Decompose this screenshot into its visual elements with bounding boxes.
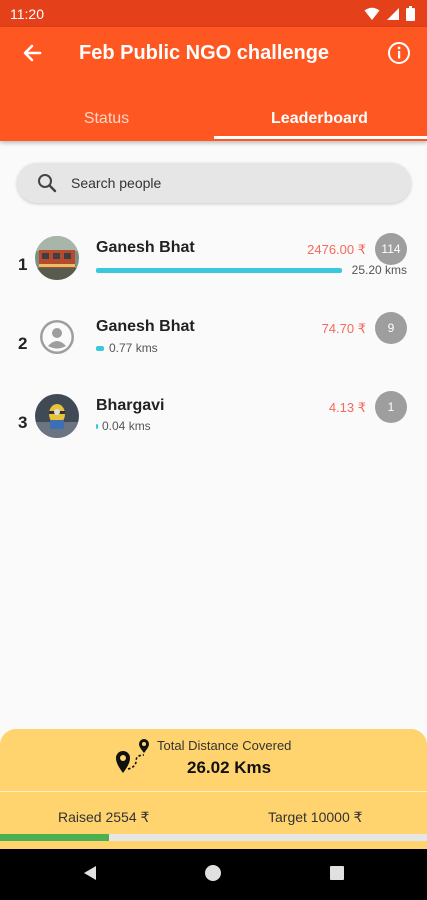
info-button[interactable] [385,41,413,69]
home-circle-icon [204,864,222,887]
page-title: Feb Public NGO challenge [79,42,330,64]
signal-icon [386,7,400,26]
summary-label: Total Distance Covered [157,738,292,753]
raised-amount: Raised 2554 ₹ [58,809,150,825]
distance-value: 25.20 kms [351,263,407,277]
app-bar: Feb Public NGO challenge Status Leaderbo… [0,27,427,141]
summary-panel: Total Distance Covered 26.02 Kms Raised … [0,729,427,849]
tab-leaderboard-label: Leaderboard [271,110,368,127]
fundraising-progress [0,834,427,841]
back-button[interactable] [18,41,46,69]
tab-status-label: Status [83,110,130,127]
arrow-back-icon [22,43,42,68]
rank-number: 1 [18,255,28,274]
battery-icon [406,6,415,26]
avatar[interactable] [35,236,79,280]
search-box[interactable] [17,163,411,203]
count-badge: 114 [375,233,407,265]
status-bar: 11:20 [0,0,427,27]
count-badge: 9 [375,312,407,344]
search-icon [37,173,57,198]
summary-divider [0,791,427,792]
leaderboard-row[interactable]: 1 Ganesh Bhat 2476.00 ₹ 114 25.20 kms [0,232,427,302]
participant-name: Bhargavi [96,397,165,414]
fundraising-progress-fill [0,834,109,841]
distance-value: 0.77 kms [109,341,158,355]
participant-name: Ganesh Bhat [96,239,195,256]
rank-number: 2 [18,334,28,353]
nav-home-button[interactable] [202,864,224,886]
distance-bar [96,268,342,273]
distance-bar [96,346,104,351]
back-triangle-icon [81,864,99,887]
distance-value: 0.04 kms [102,419,151,433]
count-badge: 1 [375,391,407,423]
status-time: 11:20 [10,6,44,22]
total-distance: 26.02 Kms [187,758,272,777]
amount-raised: 2476.00 ₹ [307,242,366,257]
system-nav-bar [0,849,427,900]
amount-raised: 74.70 ₹ [321,321,366,336]
route-pin-icon [114,739,154,780]
amount-raised: 4.13 ₹ [328,400,366,415]
tab-status[interactable]: Status [0,97,213,141]
tab-indicator [214,136,427,139]
info-icon [387,41,411,70]
distance-bar [96,424,98,429]
status-icons [364,6,415,26]
target-amount: Target 10000 ₹ [268,809,363,825]
tab-leaderboard[interactable]: Leaderboard [213,97,426,141]
rank-number: 3 [18,413,28,432]
leaderboard-row[interactable]: 3 Bhargavi 4.13 ₹ 1 0.04 kms [0,390,427,460]
search-input[interactable] [71,163,391,203]
participant-name: Ganesh Bhat [96,318,195,335]
nav-back-button[interactable] [79,864,101,886]
nav-recents-button[interactable] [326,864,348,886]
wifi-icon [364,7,380,26]
avatar[interactable] [35,394,79,438]
avatar[interactable] [35,315,79,359]
leaderboard-row[interactable]: 2 Ganesh Bhat 74.70 ₹ 9 0.77 kms [0,311,427,381]
recents-square-icon [328,864,346,887]
